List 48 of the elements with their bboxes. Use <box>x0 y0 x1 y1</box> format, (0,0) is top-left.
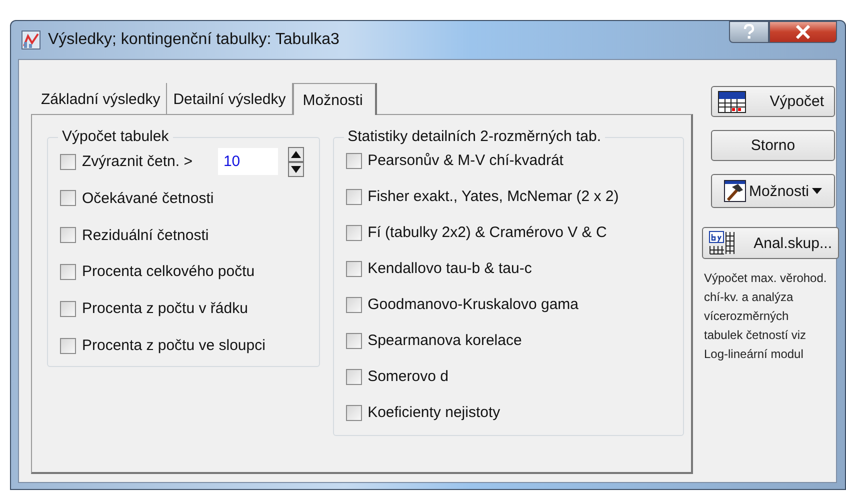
checkbox[interactable] <box>60 338 76 354</box>
tab[interactable]: Možnosti <box>292 83 377 115</box>
checkbox[interactable] <box>346 368 362 384</box>
spreadsheet-icon <box>718 90 746 112</box>
push-button[interactable]: Storno <box>711 130 835 161</box>
checkbox[interactable] <box>346 404 362 420</box>
close-icon <box>795 25 811 39</box>
window-title: Výsledky; kontingenční tabulky: Tabulka3 <box>48 31 340 49</box>
number-field[interactable]: 10 <box>218 148 278 175</box>
checkbox-label: Kendallovo tau-b & tau-c <box>368 260 532 277</box>
chart-icon <box>21 30 41 50</box>
checkbox-label: Koeficienty nejistoty <box>368 404 500 421</box>
hammer-icon <box>724 180 746 202</box>
checkbox-label: Pearsonův & M-V chí-kvadrát <box>368 152 564 169</box>
push-button[interactable]: Výpočet <box>711 86 835 117</box>
checkbox-label: Zvýraznit četn. > <box>82 153 192 170</box>
checkbox[interactable] <box>346 152 362 168</box>
checkbox-label: Somerovo d <box>368 368 448 385</box>
push-button[interactable]: Anal.skup... <box>702 227 839 259</box>
checkbox-label: Procenta celkového počtu <box>82 263 255 280</box>
checkbox[interactable] <box>60 300 76 317</box>
close-button[interactable] <box>769 21 837 43</box>
checkbox-label: Goodmanovo-Kruskalovo gama <box>368 296 579 313</box>
checkbox-label: Spearmanova korelace <box>368 332 522 349</box>
checkbox[interactable] <box>60 264 76 280</box>
checkbox[interactable] <box>346 188 362 204</box>
question-icon <box>742 24 756 40</box>
spin-buttons[interactable] <box>288 146 304 176</box>
checkbox[interactable] <box>346 224 362 240</box>
checkbox-label: Očekávané četnosti <box>82 190 214 207</box>
checkbox[interactable] <box>346 296 362 312</box>
checkbox-label: Procenta z počtu v řádku <box>82 300 248 318</box>
caret-icon <box>812 188 822 194</box>
checkbox-label: Fí (tabulky 2x2) & Cramérovo V & C <box>368 224 607 241</box>
checkbox-label: Fisher exakt., Yates, McNemar (2 x 2) <box>368 188 619 205</box>
checkbox[interactable] <box>346 332 362 348</box>
grid-table-icon <box>709 231 735 255</box>
checkbox[interactable] <box>346 260 362 276</box>
checkbox-label: Reziduální četnosti <box>82 226 209 244</box>
checkbox-label: Procenta z počtu ve sloupci <box>82 337 266 354</box>
info-text: Výpočet max. věrohod. chí-kv. a analýza vícerozměrných tabulek četností viz Log-lineární modul <box>704 270 828 363</box>
group-title: Statistiky detailních 2-rozměrných tab. <box>344 128 606 145</box>
checkbox[interactable] <box>60 154 76 170</box>
group-title: Výpočet tabulek <box>58 128 173 145</box>
checkbox[interactable] <box>60 227 76 244</box>
help-button[interactable] <box>729 21 769 43</box>
menu-button[interactable]: Možnosti <box>711 174 835 208</box>
checkbox[interactable] <box>60 190 76 206</box>
